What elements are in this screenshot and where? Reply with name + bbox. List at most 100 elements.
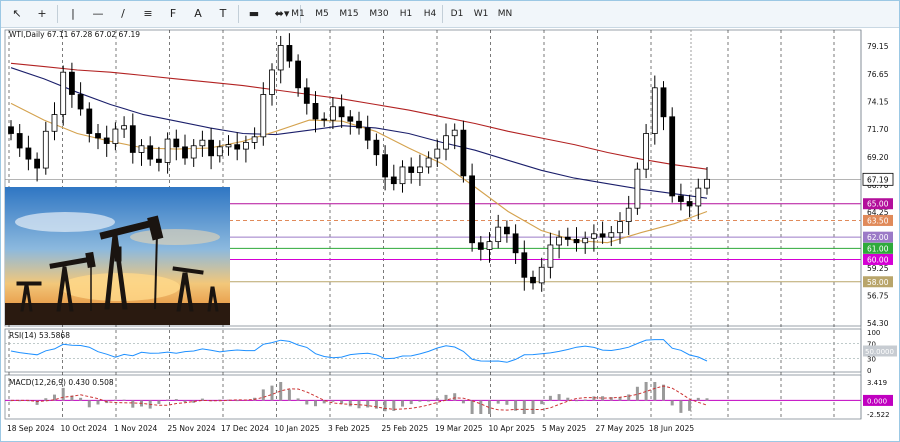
candle-body xyxy=(86,108,93,134)
price-tick: 54.30 xyxy=(867,319,889,328)
macd-histogram-bar xyxy=(287,389,291,401)
candle-body xyxy=(260,94,267,138)
candle[interactable] xyxy=(460,120,467,183)
level-price-label: 60.00 xyxy=(867,255,889,264)
macd-histogram-bar xyxy=(557,394,561,401)
macd-histogram-bar xyxy=(87,400,91,408)
time-label: 10 Oct 2024 xyxy=(61,424,108,433)
macd-label: MACD(12,26,9) 0.430 0.508 xyxy=(9,378,114,387)
price-tick: 59.25 xyxy=(867,264,889,273)
candle-body xyxy=(182,146,188,159)
time-label: 10 Apr 2025 xyxy=(489,424,536,433)
candle-body xyxy=(477,242,484,250)
candle-body xyxy=(286,45,293,62)
candle-body xyxy=(199,139,206,147)
candle-body xyxy=(382,154,389,178)
macd-histogram-bar xyxy=(270,385,274,401)
candle-body xyxy=(399,166,406,185)
level-price-label: 63.50 xyxy=(867,216,889,225)
candle-body xyxy=(242,142,249,150)
price-tick: 79.15 xyxy=(867,42,889,51)
candle-body xyxy=(608,232,615,238)
candle-body xyxy=(617,221,623,234)
candle-body xyxy=(582,237,589,244)
candle[interactable] xyxy=(669,107,676,203)
macd-histogram-bar xyxy=(662,384,665,401)
macd-histogram-bar xyxy=(235,400,239,402)
candle-body xyxy=(251,136,258,143)
macd-histogram-bar xyxy=(461,400,465,404)
current-price-label: 67.19 xyxy=(867,175,889,184)
macd-tick: 3.419 xyxy=(867,379,887,387)
time-label: 19 Mar 2025 xyxy=(435,424,483,433)
candle-body xyxy=(564,236,571,240)
candle-body xyxy=(129,125,136,153)
candle-body xyxy=(155,158,162,163)
candle-body xyxy=(443,135,449,150)
candle-body xyxy=(51,114,58,132)
candle-body xyxy=(173,138,180,148)
macd-histogram-bar xyxy=(401,400,404,407)
candle-body xyxy=(425,157,432,168)
candle-body xyxy=(460,129,467,177)
macd-histogram-bar xyxy=(496,400,500,404)
candle-body xyxy=(225,144,232,148)
rsi-tick: 30 xyxy=(867,356,876,364)
level-price-label: 62.00 xyxy=(867,233,889,242)
macd-histogram-bar xyxy=(435,398,439,401)
candle-body xyxy=(312,103,319,120)
price-tick: 69.20 xyxy=(867,153,889,162)
rsi-tick: 0 xyxy=(867,367,871,375)
candle-body xyxy=(208,139,215,157)
candle-body xyxy=(416,166,423,173)
candle-body xyxy=(329,106,336,121)
macd-histogram-bar xyxy=(331,400,335,402)
candle-body xyxy=(69,71,75,95)
candle[interactable] xyxy=(469,163,476,252)
price-tick: 71.70 xyxy=(867,125,889,134)
macd-histogram-bar xyxy=(453,393,457,401)
candle-body xyxy=(34,158,40,169)
macd-histogram-bar xyxy=(409,400,413,405)
candle-body xyxy=(16,133,23,149)
macd-histogram-bar xyxy=(183,400,187,403)
macd-histogram-bar xyxy=(374,400,378,409)
macd-histogram-bar xyxy=(653,382,657,401)
candle-body xyxy=(295,60,302,89)
macd-histogram-bar xyxy=(113,399,117,401)
candle-body xyxy=(591,233,597,239)
macd-pane xyxy=(4,374,862,420)
time-label: 27 May 2025 xyxy=(596,424,645,433)
candle-body xyxy=(451,129,458,137)
candle-body xyxy=(634,168,641,209)
candle-body xyxy=(103,137,110,144)
candle-body xyxy=(138,145,145,153)
candle-body xyxy=(547,244,554,268)
macd-histogram-bar xyxy=(314,400,317,407)
macd-histogram-bar xyxy=(679,400,683,413)
macd-histogram-bar xyxy=(540,400,544,405)
candle[interactable] xyxy=(634,162,641,215)
chart-header: WTI,Daily 67.11 67.28 67.02 67.19 xyxy=(9,30,140,39)
price-tick: 74.15 xyxy=(867,98,889,107)
level-price-label: 61.00 xyxy=(867,244,889,253)
candle-body xyxy=(321,118,328,121)
candle-body xyxy=(512,233,519,254)
candle-body xyxy=(8,126,14,134)
macd-histogram-bar xyxy=(96,400,100,405)
macd-histogram-bar xyxy=(627,394,631,401)
level-price-label: 58.00 xyxy=(867,278,889,287)
candle-body xyxy=(521,252,528,278)
macd-histogram-bar xyxy=(296,398,300,401)
candle-body xyxy=(216,146,223,157)
time-label: 25 Feb 2025 xyxy=(382,424,429,433)
macd-histogram-bar xyxy=(61,387,65,401)
macd-histogram-bar xyxy=(644,382,648,401)
macd-histogram-bar xyxy=(79,397,83,401)
time-label: 17 Dec 2024 xyxy=(221,424,269,433)
candle-body xyxy=(434,148,441,159)
candle-body xyxy=(164,138,171,163)
candle-body xyxy=(695,187,702,207)
time-label: 25 Nov 2024 xyxy=(168,424,216,433)
candle-body xyxy=(112,128,119,144)
